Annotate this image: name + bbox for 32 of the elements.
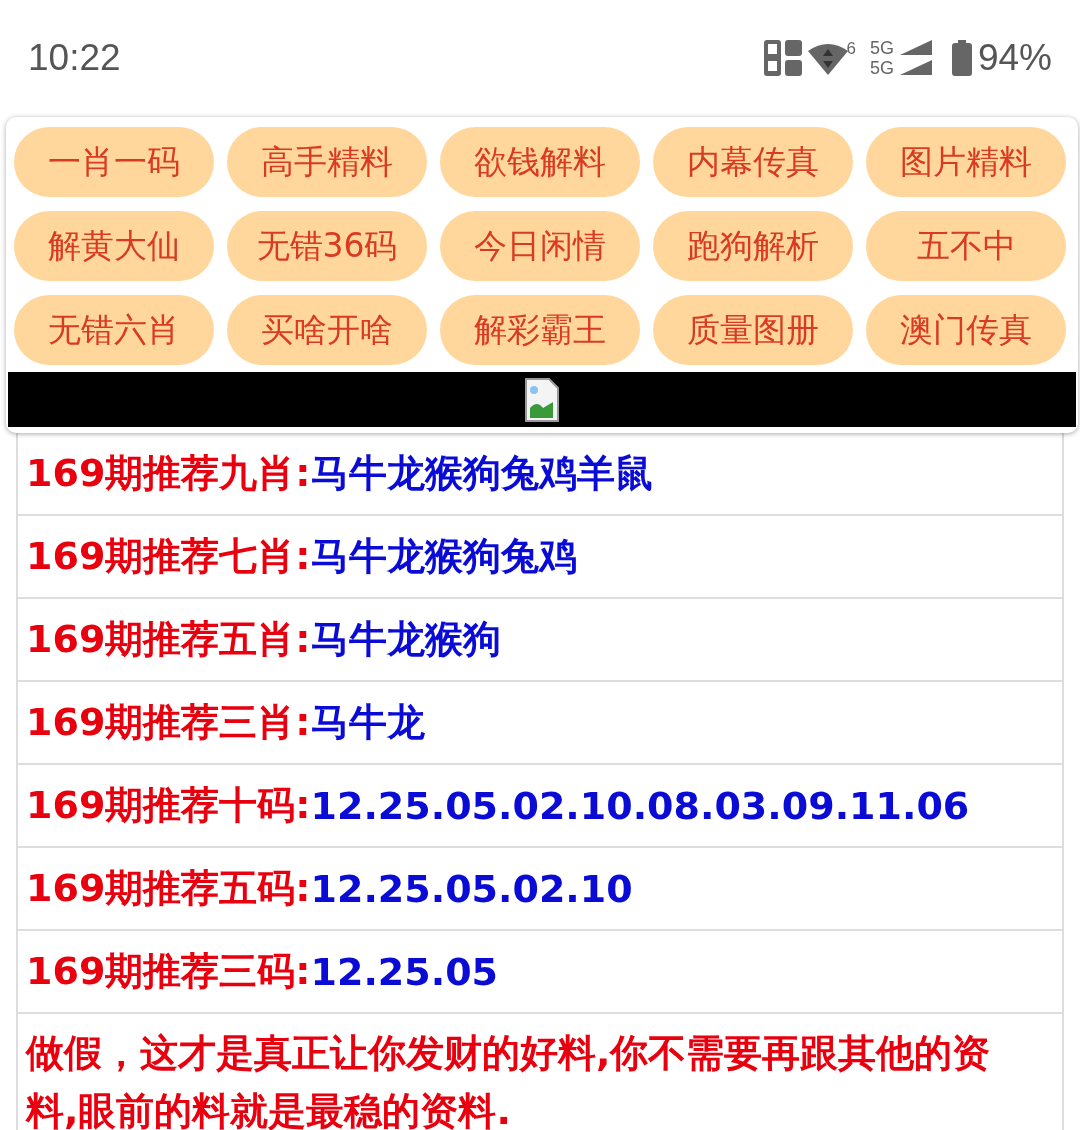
network-label: 5G	[869, 57, 894, 78]
table-cell-text: 169期推荐九肖:马牛龙猴狗兔鸡羊鼠	[25, 450, 654, 497]
menu-button[interactable]: 跑狗解析	[653, 211, 853, 281]
battery-icon	[951, 39, 972, 76]
menu-button[interactable]: 欲钱解料	[440, 127, 640, 197]
menu-button[interactable]: 五不中	[866, 211, 1066, 281]
status-time: 10:22	[28, 36, 121, 79]
menu-button[interactable]: 图片精料	[866, 127, 1066, 197]
network-label: 5G	[869, 37, 894, 58]
signal-icon	[899, 40, 932, 55]
menu-button[interactable]: 一肖一码	[14, 127, 214, 197]
table-cell-text: 169期推荐十码:12.25.05.02.10.08.03.09.11.06	[25, 782, 971, 830]
table-cell-text: 169期推荐五肖:马牛龙猴狗	[25, 616, 502, 663]
menu-button[interactable]: 内幕传真	[653, 127, 853, 197]
wifi-number-label: 6	[846, 38, 856, 59]
menu-button[interactable]: 无错36码	[227, 211, 427, 281]
table-cell-text: 169期推荐五码:12.25.05.02.10	[25, 865, 634, 913]
menu-button[interactable]: 解彩霸王	[440, 295, 640, 365]
table-cell-text: 169期推荐三码:12.25.05	[25, 948, 500, 996]
broken-image-icon	[525, 378, 559, 422]
table-cell-text: 169期推荐七肖:马牛龙猴狗兔鸡	[25, 533, 578, 580]
menu-button[interactable]: 高手精料	[227, 127, 427, 197]
battery-percent: 94%	[977, 36, 1052, 79]
menu-button[interactable]: 买啥开啥	[227, 295, 427, 365]
table-cell-text: 169期推荐三肖:马牛龙	[25, 699, 426, 746]
menu-button[interactable]: 解黄大仙	[14, 211, 214, 281]
signal-icon	[899, 60, 932, 75]
menu-button[interactable]: 澳门传真	[866, 295, 1066, 365]
menu-button[interactable]: 质量图册	[653, 295, 853, 365]
menu-button[interactable]: 无错六肖	[14, 295, 214, 365]
sim-card-icon	[764, 39, 803, 76]
menu-button[interactable]: 今日闲情	[440, 211, 640, 281]
